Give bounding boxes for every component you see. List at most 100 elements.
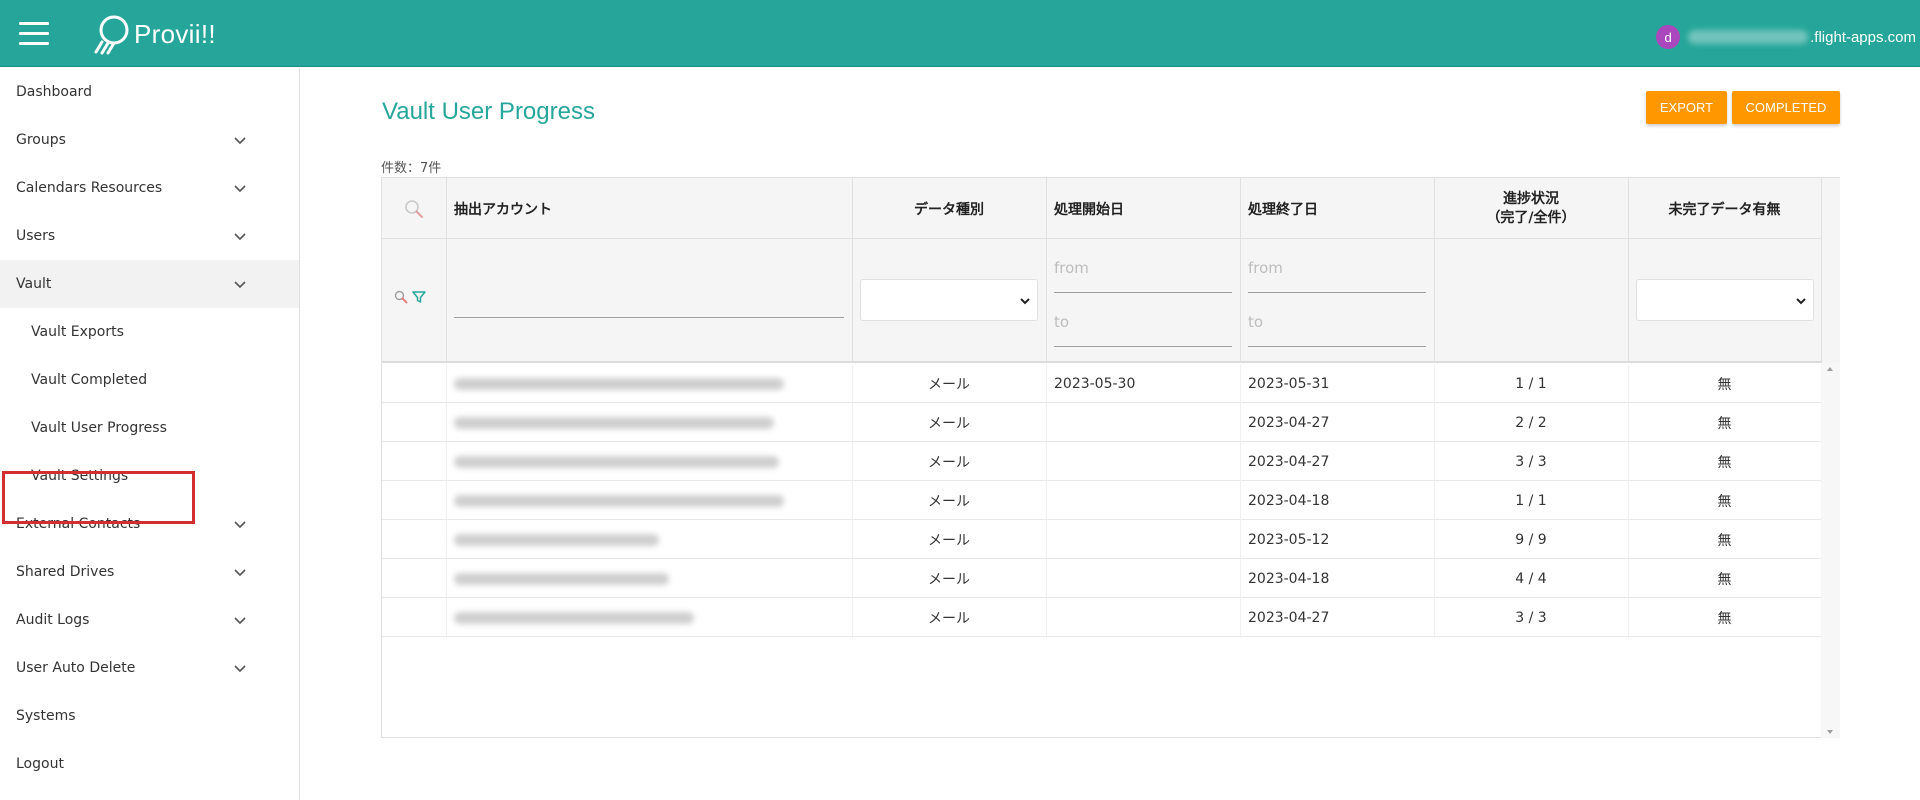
sidebar-item-systems[interactable]: Systems	[0, 692, 299, 740]
sidebar-item-dashboard[interactable]: Dashboard	[0, 68, 299, 116]
page-title: Vault User Progress	[382, 98, 595, 125]
sidebar-item-audit-logs[interactable]: Audit Logs	[0, 596, 299, 644]
search-icon[interactable]	[403, 198, 425, 220]
avatar[interactable]: d	[1656, 25, 1681, 49]
progress-cell: 4 / 4	[1515, 571, 1547, 587]
user-account[interactable]: d .flight-apps.com	[1656, 24, 1916, 50]
start-date-cell	[1054, 482, 1240, 520]
incomplete-cell: 無	[1717, 572, 1732, 588]
sidebar-item-external-contacts[interactable]: External Contacts	[0, 500, 299, 548]
user-email-domain: .flight-apps.com	[1810, 28, 1916, 46]
grid-header-row: 抽出アカウント データ種別 処理開始日 処理終了日 進捗状況 （完了/全件） 未…	[382, 178, 1821, 239]
end-date-to-input[interactable]	[1248, 323, 1426, 347]
sidebar-item-vault-settings[interactable]: Vault Settings	[0, 452, 299, 500]
column-divider	[1046, 365, 1047, 638]
data-type-cell: メール	[928, 416, 970, 432]
header-scroll-gutter	[1821, 178, 1840, 363]
column-header-start-date[interactable]: 処理開始日	[1046, 178, 1240, 239]
sidebar-item-label: Dashboard	[16, 84, 92, 100]
progress-cell: 2 / 2	[1515, 415, 1547, 431]
incomplete-cell: 無	[1717, 377, 1732, 393]
data-grid: 抽出アカウント データ種別 処理開始日 処理終了日 進捗状況 （完了/全件） 未…	[381, 177, 1840, 738]
account-cell-redacted	[454, 482, 844, 520]
column-header-incomplete[interactable]: 未完了データ有無	[1628, 178, 1821, 239]
table-row[interactable]: メール 2023-04-18 4 / 4 無	[382, 560, 1821, 598]
column-header-end-date[interactable]: 処理終了日	[1240, 178, 1434, 239]
sidebar-item-users[interactable]: Users	[0, 212, 299, 260]
sidebar-item-label: User Auto Delete	[16, 660, 136, 676]
sidebar-item-label: Users	[16, 228, 56, 244]
sidebar-item-label: Vault Settings	[31, 468, 129, 484]
account-filter-input[interactable]	[454, 294, 844, 318]
sidebar-item-label: Vault Completed	[31, 372, 148, 388]
progress-cell: 1 / 1	[1515, 376, 1547, 392]
sidebar-item-label: Vault	[16, 276, 52, 292]
start-date-cell	[1054, 560, 1240, 598]
start-date-from-input[interactable]	[1054, 269, 1232, 293]
start-date-cell	[1054, 599, 1240, 637]
account-cell-redacted	[454, 560, 844, 598]
data-type-filter-select[interactable]	[860, 279, 1038, 321]
sidebar-item-label: Vault Exports	[31, 324, 124, 340]
chevron-down-icon	[234, 617, 246, 625]
sidebar-item-groups[interactable]: Groups	[0, 116, 299, 164]
chevron-down-icon	[234, 521, 246, 529]
grid-scrollbar[interactable]	[1821, 363, 1840, 738]
sidebar-item-shared-drives[interactable]: Shared Drives	[0, 548, 299, 596]
table-row[interactable]: メール 2023-05-12 9 / 9 無	[382, 521, 1821, 559]
column-divider	[1434, 178, 1435, 363]
table-row[interactable]: メール 2023-04-18 1 / 1 無	[382, 482, 1821, 520]
filter-icon[interactable]	[411, 289, 427, 305]
completed-button[interactable]: COMPLETED	[1732, 91, 1840, 124]
sidebar-item-logout[interactable]: Logout	[0, 740, 299, 788]
column-header-account[interactable]: 抽出アカウント	[446, 178, 852, 239]
incomplete-cell: 無	[1717, 533, 1732, 549]
end-date-cell: 2023-04-27	[1248, 415, 1330, 431]
end-date-from-input[interactable]	[1248, 269, 1426, 293]
sidebar-item-label: Shared Drives	[16, 564, 115, 580]
data-type-cell: メール	[928, 377, 970, 393]
sidebar-item-vault-user-progress[interactable]: Vault User Progress	[0, 404, 299, 452]
sidebar-item-label: Systems	[16, 708, 76, 724]
end-date-cell: 2023-05-12	[1248, 532, 1330, 548]
table-row[interactable]: メール 2023-05-30 2023-05-31 1 / 1 無	[382, 365, 1821, 403]
column-divider	[1240, 178, 1241, 363]
incomplete-cell: 無	[1717, 455, 1732, 471]
app-logo[interactable]: Provii!!	[90, 10, 216, 58]
account-cell-redacted	[454, 404, 844, 442]
column-header-data-type[interactable]: データ種別	[852, 178, 1046, 239]
account-cell-redacted	[454, 599, 844, 637]
sidebar-item-vault-exports[interactable]: Vault Exports	[0, 308, 299, 356]
progress-cell: 3 / 3	[1515, 610, 1547, 626]
sidebar: Dashboard Groups Calendars Resources Use…	[0, 68, 300, 800]
end-date-cell: 2023-04-27	[1248, 454, 1330, 470]
data-type-cell: メール	[928, 611, 970, 627]
chevron-down-icon	[234, 233, 246, 241]
sidebar-item-label: Calendars Resources	[16, 180, 163, 196]
sidebar-item-vault-completed[interactable]: Vault Completed	[0, 356, 299, 404]
sidebar-item-calendars-resources[interactable]: Calendars Resources	[0, 164, 299, 212]
incomplete-filter-select[interactable]	[1636, 279, 1814, 321]
search-icon[interactable]	[394, 290, 408, 304]
export-button[interactable]: EXPORT	[1646, 91, 1727, 124]
progress-cell: 3 / 3	[1515, 454, 1547, 470]
table-row[interactable]: メール 2023-04-27 3 / 3 無	[382, 443, 1821, 481]
start-date-cell: 2023-05-30	[1054, 376, 1136, 392]
start-date-cell	[1054, 443, 1240, 481]
scroll-down-arrow-icon[interactable]	[1827, 730, 1833, 734]
progress-header-line2: （完了/全件）	[1486, 209, 1576, 226]
header-search-cell[interactable]	[382, 178, 446, 239]
sidebar-item-vault[interactable]: Vault	[0, 260, 299, 308]
column-header-progress[interactable]: 進捗状況 （完了/全件）	[1434, 178, 1628, 239]
scroll-up-arrow-icon[interactable]	[1827, 367, 1833, 371]
account-cell-redacted	[454, 365, 844, 403]
main-content: Vault User Progress EXPORT COMPLETED 件数：…	[301, 68, 1920, 800]
table-row[interactable]: メール 2023-04-27 3 / 3 無	[382, 599, 1821, 637]
hamburger-menu-icon[interactable]	[19, 22, 51, 46]
column-divider	[1046, 178, 1047, 363]
sidebar-item-user-auto-delete[interactable]: User Auto Delete	[0, 644, 299, 692]
start-date-to-input[interactable]	[1054, 323, 1232, 347]
table-row[interactable]: メール 2023-04-27 2 / 2 無	[382, 404, 1821, 442]
column-divider	[446, 365, 447, 638]
sidebar-item-label: Vault User Progress	[31, 420, 167, 436]
